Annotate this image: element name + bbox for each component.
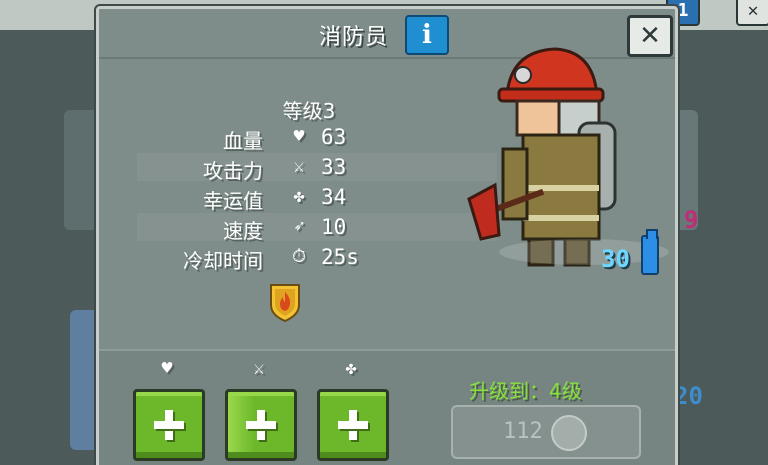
stat-label: 血量 — [223, 129, 263, 153]
upgrade-health-button[interactable] — [133, 389, 205, 461]
info-button[interactable]: i — [405, 15, 449, 55]
stat-row-luck: 幸运值 ✤ 34 — [137, 183, 497, 213]
sword-icon: ⚔ — [253, 358, 265, 379]
upgrade-section: ♥ ⚔ ✤ 升级到：4级 112 — [99, 349, 675, 465]
level-up-button[interactable]: 112 — [451, 405, 641, 459]
stat-label: 幸运值 — [203, 189, 263, 213]
stat-value: 10 — [321, 215, 347, 239]
stat-row-cooldown: 冷却时间 ⏱ 25s — [137, 243, 497, 273]
stat-row-health: 血量 ♥ 63 — [137, 123, 497, 153]
plus-icon — [334, 406, 372, 444]
background-left-column — [0, 30, 100, 465]
firefighter-sprite — [459, 39, 669, 279]
clover-icon: ✤ — [293, 186, 305, 207]
background-unit-left — [64, 110, 100, 230]
background-counter-right: 20 — [674, 382, 703, 410]
stat-row-attack: 攻击力 ⚔ 33 — [137, 153, 497, 183]
stat-value: 33 — [321, 155, 347, 179]
stats-list: 血量 ♥ 63 攻击力 ⚔ 33 幸运值 ✤ 34 速度 ➶ 10 冷却时间 ⏱ — [137, 123, 497, 277]
upgrade-attack-button[interactable] — [225, 389, 297, 461]
plus-icon — [242, 406, 280, 444]
upgrade-cost: 112 — [503, 419, 543, 444]
stat-value: 34 — [321, 185, 347, 209]
stopwatch-icon: ⏱ — [291, 246, 307, 267]
game-screen: 9 20 1 ✕ 消防员 i ✕ 等级3 血量 ♥ 63 攻击力 ⚔ 33 幸运… — [0, 0, 768, 465]
character-name: 消防员 — [319, 25, 389, 50]
stat-value: 63 — [321, 125, 347, 149]
skull-icon — [551, 415, 587, 451]
stat-label: 冷却时间 — [183, 249, 263, 273]
fire-badge-icon — [270, 284, 300, 323]
stat-value: 25s — [321, 245, 359, 269]
boot-icon: ➶ — [293, 216, 305, 237]
character-panel: 消防员 i ✕ 等级3 血量 ♥ 63 攻击力 ⚔ 33 幸运值 ✤ 34 速度 — [96, 6, 678, 465]
water-bottle-icon — [641, 229, 659, 275]
heart-icon: ♥ — [161, 358, 173, 379]
character-level: 等级3 — [282, 99, 336, 123]
deploy-cost: 30 — [601, 245, 630, 273]
background-close-icon[interactable]: ✕ — [736, 0, 768, 26]
upgrade-level-label: 升级到：4级 — [469, 379, 582, 403]
stat-row-speed: 速度 ➶ 10 — [137, 213, 497, 243]
clover-icon: ✤ — [345, 358, 357, 379]
stat-label: 攻击力 — [203, 159, 263, 183]
stat-label: 速度 — [223, 219, 263, 243]
heart-icon: ♥ — [293, 126, 305, 147]
plus-icon — [150, 406, 188, 444]
upgrade-luck-button[interactable] — [317, 389, 389, 461]
background-counter-left: 9 — [684, 206, 699, 234]
background-right-column: 9 20 — [668, 30, 768, 465]
sword-icon: ⚔ — [293, 156, 305, 177]
